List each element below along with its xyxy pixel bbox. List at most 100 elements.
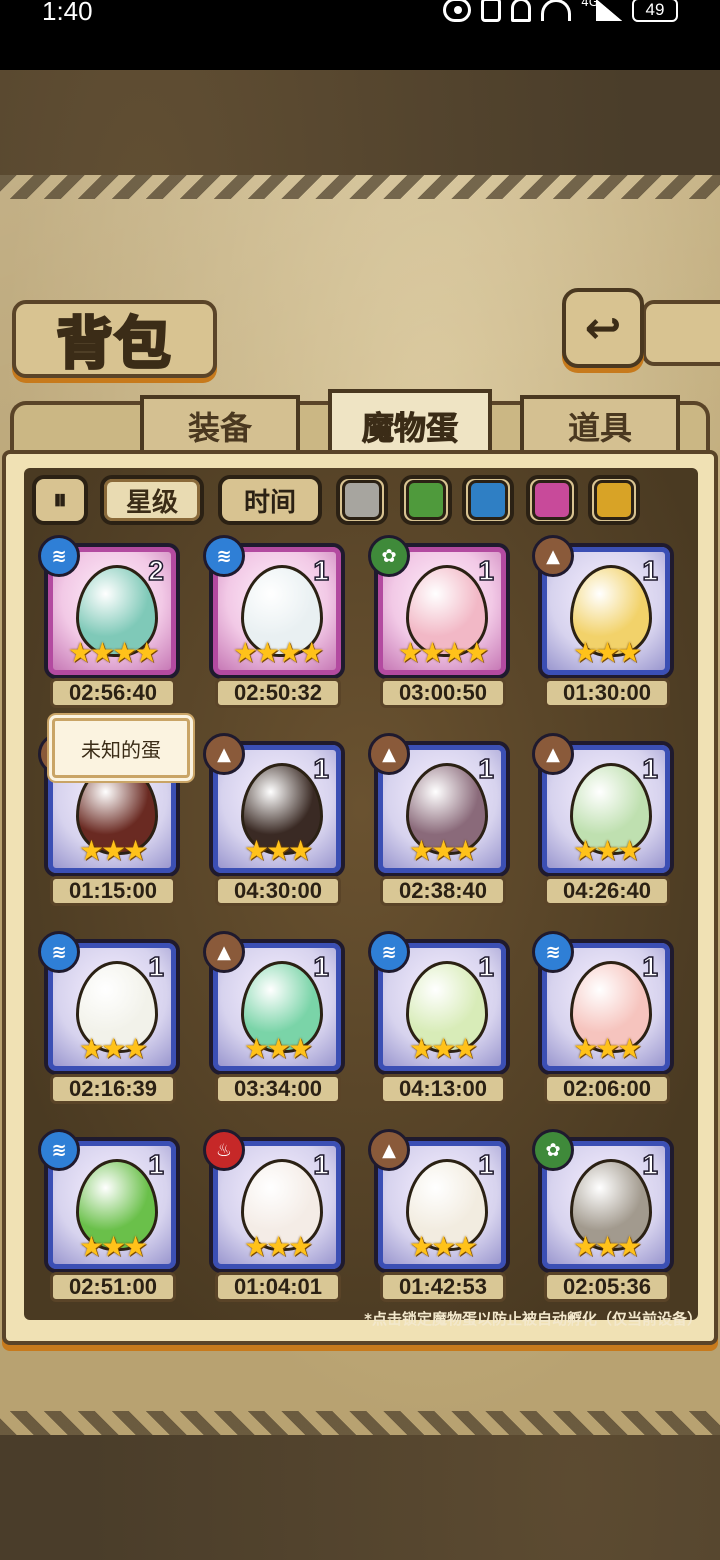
earth-element-icon: ▲ (532, 535, 574, 577)
tab-bar: 装备 魔物蛋 道具 (10, 389, 710, 459)
egg-count: 1 (148, 1148, 165, 1181)
hatch-timer: 02:06:00 (544, 1074, 670, 1104)
filter-pink-button[interactable] (526, 475, 578, 525)
egg-count: 1 (642, 1148, 659, 1181)
lock-hint-footnote: *点击锁定魔物蛋以防止被自动孵化（仅当前设备） (364, 1310, 702, 1328)
star-rating: ★★★ (408, 1032, 478, 1065)
egg-grid: ★★★★ 2 ≋ 02:56:40 ★★★★ 1 ≋ 02:50:32 ★★★★ 1 ✿ 03:00:… (38, 535, 680, 1303)
star-rating: ★★★ (572, 834, 642, 867)
tab-monster-egg[interactable]: 魔物蛋 (328, 389, 492, 459)
filter-bar: ⏸ 星级 时间 (32, 475, 692, 527)
blue-swatch (468, 480, 508, 520)
egg-count: 1 (478, 554, 495, 587)
hatch-timer: 01:15:00 (50, 876, 176, 906)
status-time: 1:40 (42, 0, 93, 26)
sort-by-time-button[interactable]: 时间 (218, 475, 322, 525)
egg-slot[interactable]: ★★★ 1 ▲ 01:30:00 (532, 535, 676, 713)
water-element-icon: ≋ (38, 931, 80, 973)
egg-count: 1 (642, 950, 659, 983)
gold-swatch (594, 480, 634, 520)
star-rating: ★★★★ (67, 636, 159, 669)
back-button[interactable]: ↩ (562, 288, 644, 368)
egg-slot[interactable]: ★★★ 1 ▲ 02:38:40 (368, 733, 512, 911)
egg-count: 1 (313, 1148, 330, 1181)
hatch-timer: 02:05:36 (544, 1272, 670, 1302)
filter-green-button[interactable] (400, 475, 452, 525)
water-element-icon: ≋ (38, 535, 80, 577)
egg-slot[interactable]: ★★★ 1 ▲ 04:26:40 (532, 733, 676, 911)
nfc-icon (481, 0, 502, 22)
star-rating: ★★★★ (397, 636, 489, 669)
hatch-timer: 01:04:01 (215, 1272, 341, 1302)
earth-element-icon: ▲ (532, 733, 574, 775)
return-arrow-icon: ↩ (584, 302, 622, 354)
star-rating: ★★★ (78, 1032, 148, 1065)
earth-element-icon: ▲ (368, 733, 410, 775)
egg-slot[interactable]: ★★★★ 1 ≋ 02:50:32 (203, 535, 347, 713)
hatch-timer: 02:38:40 (380, 876, 506, 906)
water-element-icon: ≋ (532, 931, 574, 973)
egg-slot[interactable]: ★★★ 1 ▲ 01:42:53 (368, 1129, 512, 1307)
star-rating: ★★★ (408, 1230, 478, 1263)
grass-element-icon: ✿ (532, 1129, 574, 1171)
hatch-timer: 03:00:50 (380, 678, 506, 708)
egg-count: 1 (642, 752, 659, 785)
signal-icon (596, 0, 622, 21)
star-rating: ★★★★ (232, 636, 324, 669)
star-rating: ★★★ (572, 1032, 642, 1065)
battery-icon: 49 (632, 0, 678, 22)
page-title-plate: 背包 (12, 300, 217, 378)
tab-items[interactable]: 道具 (520, 395, 680, 453)
star-rating: ★★★ (408, 834, 478, 867)
filter-blue-button[interactable] (462, 475, 514, 525)
earth-element-icon: ▲ (368, 1129, 410, 1171)
egg-count: 1 (148, 950, 165, 983)
wifi-icon (541, 0, 572, 21)
status-icons: 4G 49 (443, 0, 678, 22)
tab-equipment[interactable]: 装备 (140, 395, 300, 453)
hatch-timer: 02:16:39 (50, 1074, 176, 1104)
egg-slot[interactable]: ★★★ 1 ▲ 03:34:00 (203, 931, 347, 1109)
star-rating: ★★★ (572, 1230, 642, 1263)
water-element-icon: ≋ (38, 1129, 80, 1171)
star-rating: ★★★ (243, 834, 313, 867)
egg-count: 1 (642, 554, 659, 587)
egg-count: 1 (313, 554, 330, 587)
grass-element-icon: ✿ (368, 535, 410, 577)
star-rating: ★★★ (572, 636, 642, 669)
water-element-icon: ≋ (368, 931, 410, 973)
status-bar: 1:40 4G 49 (0, 0, 720, 70)
egg-slot[interactable]: ★★★ 1 ≋ 02:06:00 (532, 931, 676, 1109)
egg-slot[interactable]: ★★★ 1 ♨ 01:04:01 (203, 1129, 347, 1307)
egg-slot[interactable]: ★★★ 1 ▲ 04:30:00 (203, 733, 347, 911)
filter-gold-button[interactable] (588, 475, 640, 525)
egg-slot[interactable]: ★★★ 1 ≋ 02:16:39 (38, 931, 182, 1109)
egg-slot[interactable]: ★★★★ 1 ✿ 03:00:50 (368, 535, 512, 713)
egg-count: 2 (148, 554, 165, 587)
sort-order-button[interactable]: ⏸ (32, 475, 88, 525)
green-swatch (406, 480, 446, 520)
egg-slot[interactable]: ★★★★ 2 ≋ 02:56:40 (38, 535, 182, 713)
egg-slot[interactable]: ★★★ 1 ≋ 04:13:00 (368, 931, 512, 1109)
hatch-timer: 02:50:32 (215, 678, 341, 708)
page-title: 背包 (55, 310, 173, 378)
egg-slot[interactable]: ★★★ 1 ✿ 02:05:36 (532, 1129, 676, 1307)
earth-element-icon: ▲ (203, 733, 245, 775)
egg-count: 1 (478, 950, 495, 983)
hatch-timer: 04:13:00 (380, 1074, 506, 1104)
hatch-timer: 02:51:00 (50, 1272, 176, 1302)
star-rating: ★★★ (243, 1230, 313, 1263)
filter-gray-button[interactable] (336, 475, 388, 525)
hatch-timer: 03:34:00 (215, 1074, 341, 1104)
gray-swatch (342, 480, 382, 520)
pause-icon: ⏸ (52, 483, 67, 516)
hatch-timer: 01:30:00 (544, 678, 670, 708)
hatch-timer: 04:30:00 (215, 876, 341, 906)
egg-slot[interactable]: ★★★ 1 ≋ 02:51:00 (38, 1129, 182, 1307)
sort-by-star-button[interactable]: 星级 (100, 475, 204, 525)
egg-count: 1 (478, 752, 495, 785)
hatch-timer: 04:26:40 (544, 876, 670, 906)
egg-count: 1 (313, 950, 330, 983)
hatch-timer: 02:56:40 (50, 678, 176, 708)
egg-count: 1 (478, 1148, 495, 1181)
